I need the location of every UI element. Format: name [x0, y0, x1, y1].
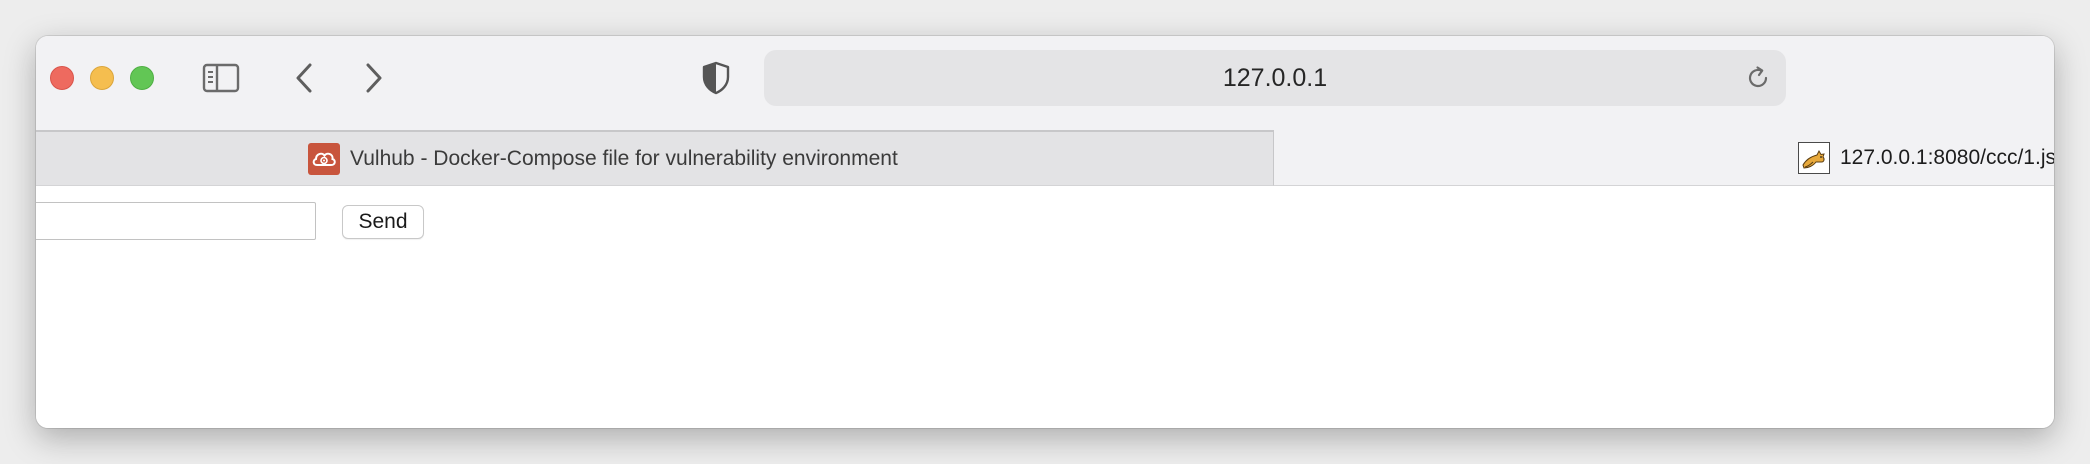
sidebar-toggle-button[interactable] [200, 58, 244, 98]
privacy-report-button[interactable] [696, 58, 736, 98]
tab-vulhub-title: Vulhub - Docker-Compose file for vulnera… [350, 146, 898, 170]
tomcat-logo-icon [1798, 142, 1830, 174]
chevron-right-icon [366, 63, 382, 93]
forward-button[interactable] [354, 58, 394, 98]
tab-bar: Vulhub - Docker-Compose file for vulnera… [36, 130, 2054, 186]
browser-toolbar: 127.0.0.1 [36, 36, 2054, 130]
address-bar[interactable]: 127.0.0.1 [764, 50, 1786, 106]
maximize-window-button[interactable] [130, 66, 154, 90]
send-button[interactable]: Send [342, 205, 424, 239]
minimize-window-button[interactable] [90, 66, 114, 90]
browser-window: 127.0.0.1 Vulhub - Docker-Compose file f… [36, 36, 2054, 428]
close-window-button[interactable] [50, 66, 74, 90]
sidebar-icon [202, 63, 240, 93]
shield-icon [702, 61, 730, 95]
chevron-left-icon [296, 63, 312, 93]
message-input[interactable] [36, 202, 316, 240]
vulhub-logo-icon [308, 142, 340, 175]
page-content: Send [36, 186, 2054, 428]
back-button[interactable] [284, 58, 324, 98]
tab-jsp-page[interactable]: 127.0.0.1:8080/ccc/1.jsp [1274, 130, 2054, 186]
tab-jsp-page-title: 127.0.0.1:8080/ccc/1.jsp [1840, 146, 2054, 169]
address-bar-url[interactable]: 127.0.0.1 [764, 50, 1786, 106]
tab-vulhub[interactable]: Vulhub - Docker-Compose file for vulnera… [36, 130, 1274, 186]
reload-icon[interactable] [1744, 64, 1772, 92]
